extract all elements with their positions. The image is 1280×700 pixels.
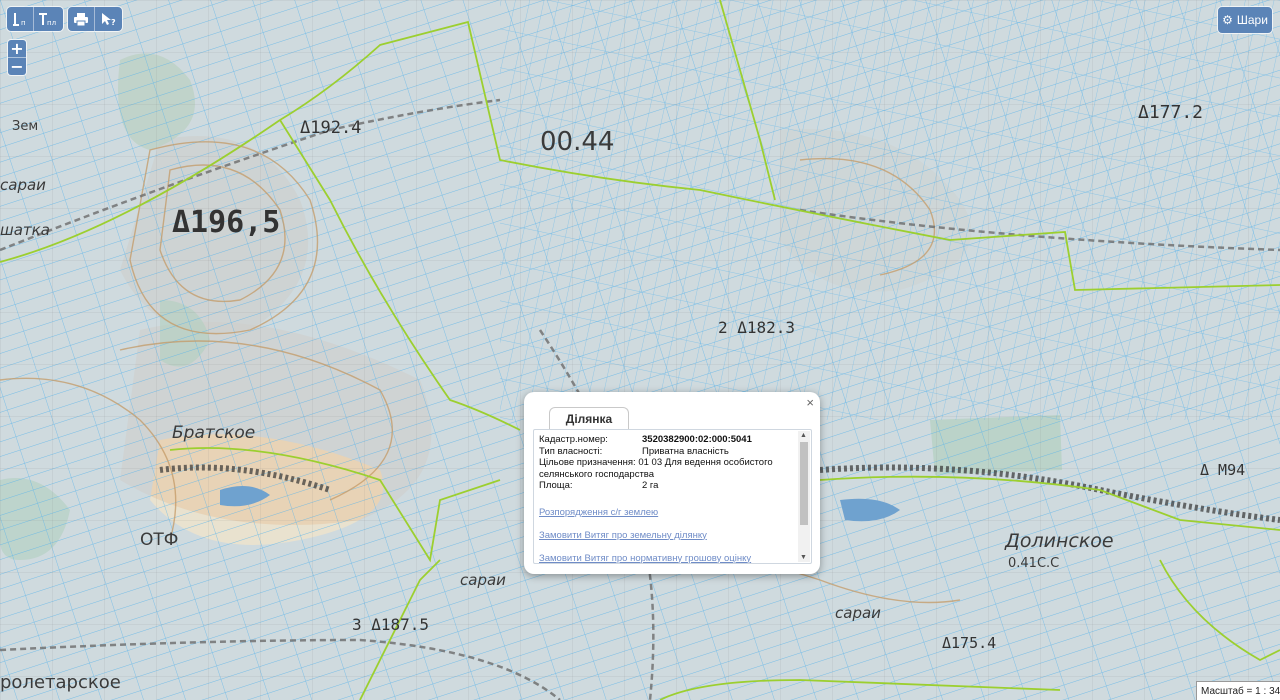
field-label: Площа: [539,480,573,491]
pointer-help-icon: ? [102,13,116,26]
gear-icon: ⚙ [1222,13,1233,27]
elevation-label: 2 Δ182.3 [718,318,795,337]
measure-length-button[interactable]: п [7,7,33,31]
elevation-label: 3 Δ187.5 [352,615,429,634]
place-label: Братское [172,423,255,443]
print-icon [74,12,88,26]
tools-toolbar: ? [68,7,122,31]
place-label: Долинское [1004,530,1114,552]
scroll-down-icon[interactable]: ▼ [800,554,807,561]
ruler-length-icon: п [13,13,26,26]
place-label: 0.41С.С [1008,556,1059,571]
layers-button[interactable]: ⚙ Шари [1218,7,1272,33]
place-label: сараи [460,571,506,589]
ruler-area-icon: пл [39,13,56,26]
measure-toolbar: п пл [7,7,63,31]
popup-content: Кадастр.номер: 3520382900:02:000:5041 Ти… [539,434,797,564]
zoom-control: + − [8,40,26,75]
field-label: Тип власності: [539,445,603,457]
elevation-label: Δ192.4 [300,118,361,138]
popup-body: Кадастр.номер: 3520382900:02:000:5041 Ти… [533,429,812,564]
order-valuation-extract-link[interactable]: Замовити Витяг про нормативну грошову оц… [539,553,797,564]
place-label: шатка [0,221,50,239]
field-label: Цільове призначення: [539,457,636,468]
zoom-out-button[interactable]: − [8,57,26,75]
order-parcel-extract-link[interactable]: Замовити Витяг про земельну ділянку [539,530,797,541]
map-canvas[interactable]: Δ192.4 Δ196,5 2 Δ182.3 Δ177.2 3 Δ187.5 Δ… [0,0,1280,700]
field-cadastral-number: Кадастр.номер: 3520382900:02:000:5041 [539,434,797,446]
place-label: 00.44 [540,127,614,157]
field-area: Площа: 2 га [539,480,797,492]
svg-text:пл: пл [47,19,56,26]
field-ownership-type: Тип власності: Приватна власність [539,446,797,458]
elevation-label: Δ196,5 [172,205,280,240]
place-label: ролетарское [0,672,121,693]
elevation-label: Δ М94 [1200,461,1245,479]
svg-text:?: ? [111,18,116,26]
place-label: сараи [835,604,881,622]
elevation-label: Δ175.4 [942,634,996,652]
field-label: Кадастр.номер: [539,434,608,445]
field-value: 2 га [642,480,659,491]
parcel-info-popup: × Ділянка Кадастр.номер: 3520382900:02:0… [524,392,820,574]
land-disposal-link[interactable]: Розпорядження с/г землею [539,507,797,518]
identify-button[interactable]: ? [94,7,121,31]
svg-text:п: п [21,19,26,26]
field-purpose: Цільове призначення: 01 03 Для ведення о… [539,457,797,480]
place-label: сараи [0,176,46,194]
zoom-in-button[interactable]: + [8,40,26,57]
measure-area-button[interactable]: пл [33,7,60,31]
scrollbar-thumb[interactable] [800,442,808,525]
elevation-label: Δ177.2 [1138,102,1203,123]
scale-readout: Масштаб = 1 : 34С [1196,681,1280,700]
field-value: Приватна власність [642,445,729,457]
close-popup-button[interactable]: × [806,396,814,410]
scroll-up-icon[interactable]: ▲ [800,432,807,439]
popup-scrollbar[interactable]: ▲ ▼ [798,431,810,562]
place-label: Зем [12,119,38,134]
place-label: ОТФ [140,530,178,550]
field-value: 3520382900:02:000:5041 [642,434,752,445]
layers-button-label: Шари [1236,13,1268,27]
print-button[interactable] [68,7,94,31]
tab-parcel[interactable]: Ділянка [549,407,629,430]
